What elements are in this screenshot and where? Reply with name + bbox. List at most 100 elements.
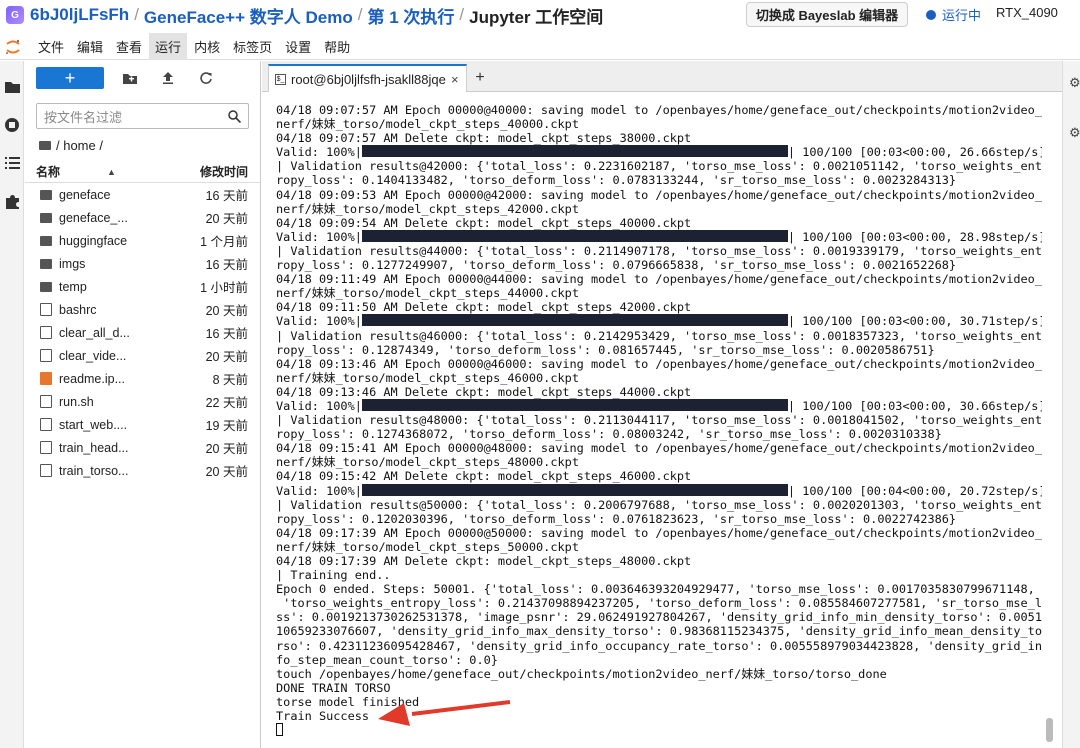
file-modified: 8 天前 [212, 373, 248, 387]
terminal-line: ropy_loss': 0.1277249907, 'torso_deform_… [276, 258, 957, 273]
menu-file[interactable]: 文件 [32, 33, 70, 60]
breadcrumb-project[interactable]: 6bJ0ljLFsFh [30, 5, 129, 25]
file-icon [40, 326, 52, 339]
file-name: geneface [59, 187, 111, 202]
terminal-icon: $_ [275, 73, 286, 85]
terminal-line: | Validation results@46000: {'total_loss… [276, 328, 1042, 343]
progress-bar [361, 398, 788, 411]
file-row[interactable]: clear_vide... 20 天前 [25, 344, 260, 367]
file-row[interactable]: bashrc 20 天前 [25, 298, 260, 321]
progress-bar [361, 314, 788, 327]
file-row[interactable]: temp 1 小时前 [25, 275, 260, 298]
terminal-line: nerf/妹妹_torso/model_ckpt_steps_48000.ckp… [276, 455, 579, 470]
menu-run[interactable]: 运行 [149, 33, 188, 60]
column-name[interactable]: 名称 [36, 163, 60, 180]
file-icon [40, 464, 52, 477]
menu-tabs[interactable]: 标签页 [227, 33, 278, 60]
terminal-line: 04/18 09:17:39 AM Delete ckpt: model_ckp… [276, 554, 692, 568]
folder-icon [40, 213, 52, 223]
terminal-line: 10659233076607, 'density_grid_info_max_d… [276, 624, 1042, 639]
folder-icon [40, 282, 52, 292]
terminal-line: ropy_loss': 0.1202030396, 'torso_deform_… [276, 511, 957, 526]
file-name: run.sh [59, 394, 94, 409]
breadcrumb-separator: / [459, 5, 465, 24]
file-row[interactable]: start_web.... 19 天前 [25, 413, 260, 436]
tab-label: root@6bj0ljlfsfh-jsakll88jqe [291, 71, 446, 87]
file-row[interactable]: geneface 16 天前 [25, 183, 260, 206]
jupyter-logo-icon [2, 36, 24, 58]
running-sessions-icon[interactable] [0, 113, 24, 137]
add-tab-button[interactable]: + [469, 67, 491, 89]
refresh-icon[interactable] [194, 67, 218, 89]
scrollbar-thumb[interactable] [1046, 718, 1053, 742]
breadcrumb-run[interactable]: 第 1 次执行 [367, 3, 454, 28]
tab-terminal[interactable]: $_ root@6bj0ljlfsfh-jsakll88jqe × [268, 64, 467, 92]
terminal-line: 04/18 09:13:46 AM Delete ckpt: model_ckp… [276, 384, 692, 399]
file-row[interactable]: readme.ip... 8 天前 [25, 367, 260, 390]
current-path[interactable]: / home / [39, 137, 260, 153]
extension-puzzle-icon[interactable] [0, 189, 24, 213]
terminal-cursor [276, 723, 283, 737]
folder-icon [39, 140, 51, 150]
file-name: clear_all_d... [59, 325, 130, 340]
file-browser: + 按文件名过滤 / home / 名称 ▲ 修改时间 geneface 16 天… [25, 61, 261, 748]
upload-icon[interactable] [156, 67, 180, 89]
terminal-line: 04/18 09:07:57 AM Epoch 00000@40000: sav… [276, 103, 1042, 117]
file-modified: 19 天前 [205, 419, 248, 433]
terminal-scrollbar[interactable] [1042, 96, 1056, 746]
file-row[interactable]: clear_all_d... 16 天前 [25, 321, 260, 344]
file-row[interactable]: geneface_... 20 天前 [25, 206, 260, 229]
file-row[interactable]: train_torso... 20 天前 [25, 459, 260, 482]
file-row[interactable]: train_head... 20 天前 [25, 436, 260, 459]
breadcrumb-separator: / [357, 5, 363, 24]
file-row[interactable]: run.sh 22 天前 [25, 390, 260, 413]
folder-icon[interactable] [0, 75, 24, 99]
menu-kernel[interactable]: 内核 [188, 33, 226, 60]
file-name: huggingface [59, 233, 128, 248]
sort-caret-up-icon[interactable]: ▲ [107, 167, 116, 177]
breadcrumb-demo[interactable]: GeneFace++ 数字人 Demo [144, 3, 353, 28]
table-of-contents-icon[interactable] [0, 151, 24, 175]
property-inspector-icon[interactable]: ⚙ [1069, 75, 1080, 91]
file-name: train_torso... [59, 463, 129, 478]
switch-editor-button[interactable]: 切换成 Bayeslab 编辑器 [746, 2, 908, 27]
terminal-line: 04/18 09:15:42 AM Delete ckpt: model_ckp… [276, 469, 692, 484]
terminal-line: nerf/妹妹_torso/model_ckpt_steps_50000.ckp… [276, 539, 579, 554]
file-row[interactable]: imgs 16 天前 [25, 252, 260, 275]
terminal-line: touch /openbayes/home/geneface_out/check… [276, 666, 887, 681]
tab-bar: $_ root@6bj0ljlfsfh-jsakll88jqe × + [262, 61, 1062, 92]
file-modified: 16 天前 [205, 327, 248, 341]
activity-sidebar [0, 61, 24, 748]
breadcrumb-separator: / [134, 5, 139, 24]
menu-settings[interactable]: 设置 [279, 33, 317, 60]
file-toolbar: + [25, 61, 260, 95]
file-row[interactable]: huggingface 1 个月前 [25, 229, 260, 252]
search-icon [228, 109, 241, 123]
terminal-line: Train Success [276, 709, 370, 724]
new-launcher-button[interactable]: + [36, 67, 104, 89]
menu-edit[interactable]: 编辑 [71, 33, 109, 60]
progress-suffix: | 100/100 [00:03<00:00, 28.98step/s] [787, 229, 1046, 244]
terminal-line: Valid: 100%| | 100/100 [00:04<00:00, 20.7… [276, 483, 1046, 498]
terminal-line: nerf/妹妹_torso/model_ckpt_steps_42000.ckp… [276, 201, 579, 216]
terminal-panel[interactable]: 04/18 09:07:57 AM Epoch 00000@40000: sav… [262, 92, 1060, 748]
progress-suffix: | 100/100 [00:03<00:00, 30.66step/s] [787, 398, 1046, 413]
close-icon[interactable]: × [451, 72, 459, 87]
new-folder-icon[interactable] [118, 67, 142, 89]
terminal-line: rso': 0.42311236095428467, 'density_grid… [276, 638, 1042, 653]
terminal-prompt[interactable] [276, 723, 1046, 737]
progress-suffix: | 100/100 [00:03<00:00, 30.71step/s] [787, 314, 1046, 329]
file-filter-input[interactable]: 按文件名过滤 [36, 103, 249, 129]
file-name: temp [59, 279, 87, 294]
debugger-icon[interactable]: ⚙ [1069, 125, 1080, 141]
terminal-line: 04/18 09:17:39 AM Epoch 00000@50000: sav… [276, 525, 1042, 540]
terminal-line: ropy_loss': 0.12874349, 'torso_deform_lo… [276, 342, 935, 357]
progress-prefix: Valid: 100%| [276, 398, 362, 413]
file-modified: 16 天前 [205, 189, 248, 203]
terminal-line: nerf/妹妹_torso/model_ckpt_steps_46000.ckp… [276, 370, 579, 385]
menu-view[interactable]: 查看 [110, 33, 148, 60]
progress-bar [361, 229, 788, 242]
terminal-line: 04/18 09:11:50 AM Delete ckpt: model_ckp… [276, 300, 692, 315]
menu-help[interactable]: 帮助 [318, 33, 356, 60]
column-modified[interactable]: 修改时间 [200, 163, 248, 180]
